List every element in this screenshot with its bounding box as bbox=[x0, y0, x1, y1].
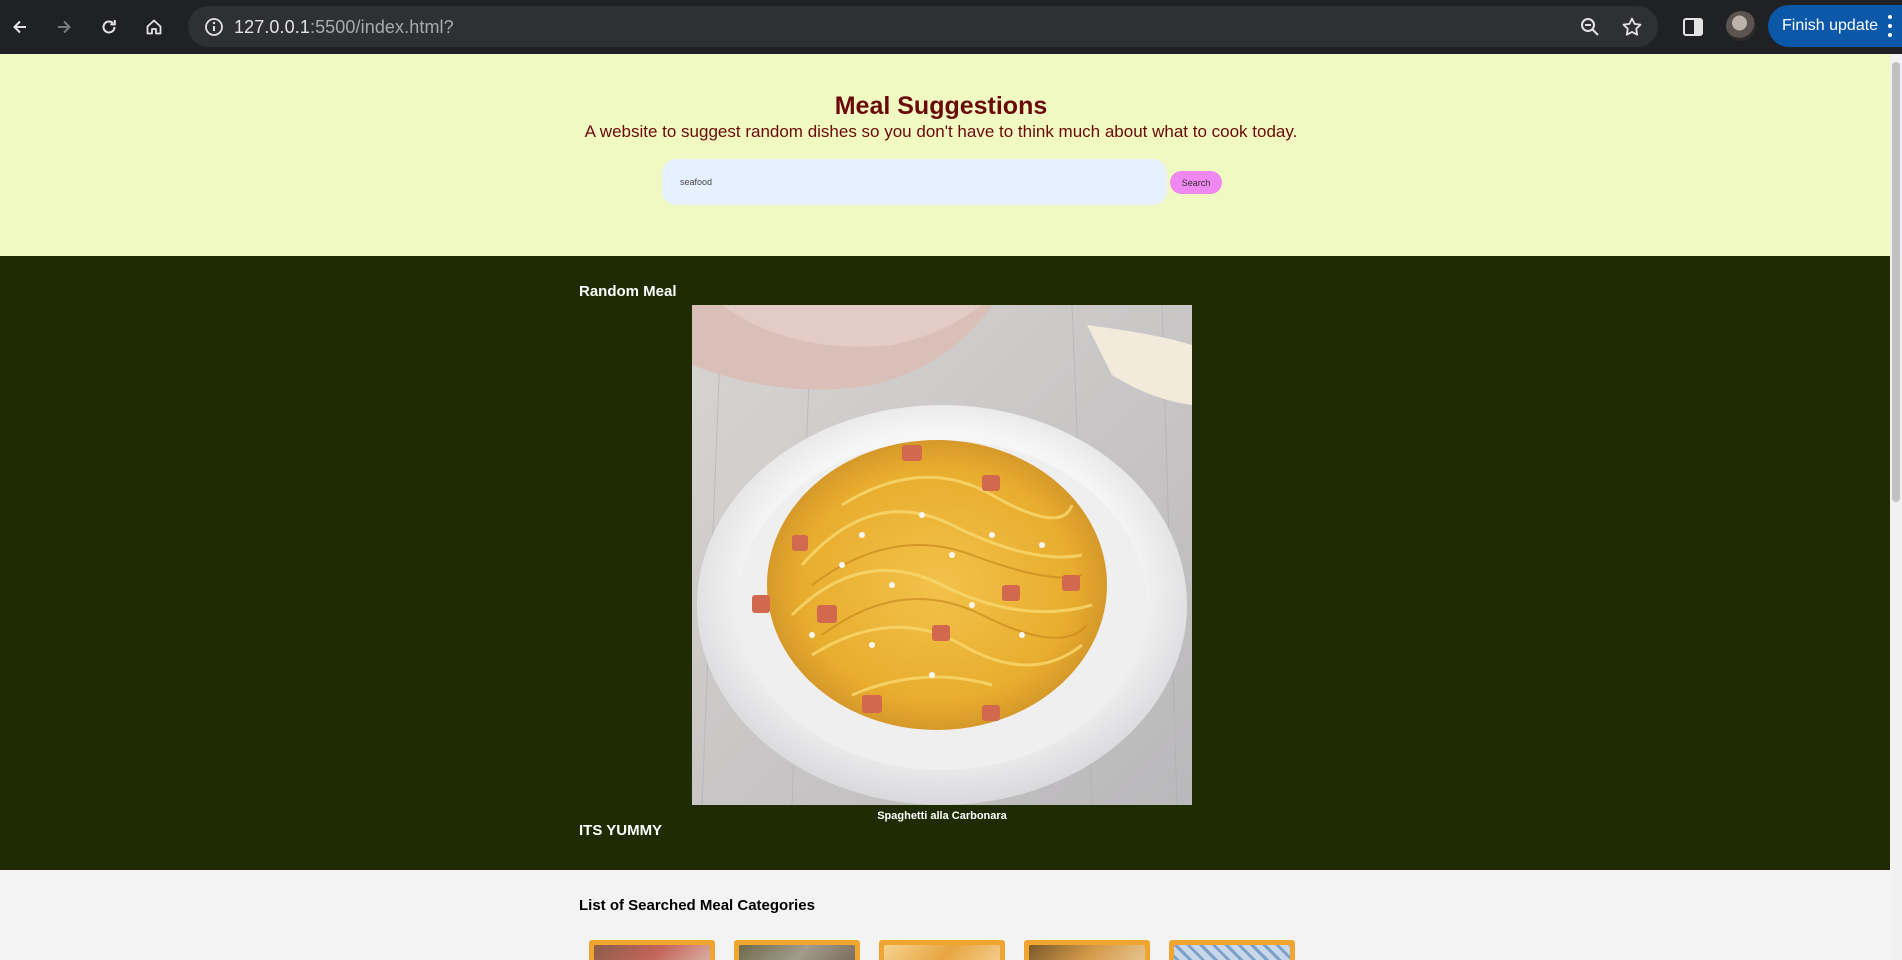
finish-update-button[interactable]: Finish update bbox=[1768, 5, 1902, 47]
home-icon[interactable] bbox=[138, 11, 170, 43]
page-viewport: Meal Suggestions A website to suggest ra… bbox=[0, 54, 1890, 960]
back-icon[interactable] bbox=[4, 11, 36, 43]
category-thumbnail bbox=[884, 945, 1000, 960]
browser-toolbar: 127.0.0.1:5500/index.html? Finish update bbox=[0, 0, 1902, 54]
search-button[interactable]: Search bbox=[1170, 171, 1222, 194]
finish-update-label: Finish update bbox=[1782, 17, 1879, 34]
scrollbar-thumb[interactable] bbox=[1892, 62, 1900, 502]
side-panel-icon[interactable] bbox=[1680, 14, 1706, 40]
profile-avatar[interactable] bbox=[1726, 11, 1756, 41]
url-host: 127.0.0.1 bbox=[234, 17, 310, 37]
meal-name: Spaghetti alla Carbonara bbox=[877, 810, 1007, 822]
categories-heading: List of Searched Meal Categories bbox=[579, 897, 815, 914]
random-meal-heading: Random Meal bbox=[579, 283, 677, 300]
site-header: Meal Suggestions A website to suggest ra… bbox=[0, 54, 1890, 256]
page-title: Meal Suggestions bbox=[834, 92, 1048, 120]
category-card[interactable] bbox=[734, 940, 860, 960]
category-card[interactable] bbox=[879, 940, 1005, 960]
category-card[interactable] bbox=[1024, 940, 1150, 960]
more-icon[interactable] bbox=[1888, 15, 1892, 37]
category-card[interactable] bbox=[589, 940, 715, 960]
meal-tagline: ITS YUMMY bbox=[579, 822, 663, 839]
category-card[interactable] bbox=[1169, 940, 1295, 960]
meal-image[interactable] bbox=[692, 305, 1192, 805]
forward-icon[interactable] bbox=[48, 11, 80, 43]
reload-icon[interactable] bbox=[93, 11, 125, 43]
page-scrollbar[interactable] bbox=[1890, 54, 1902, 960]
info-icon[interactable] bbox=[202, 15, 226, 39]
star-icon[interactable] bbox=[1620, 15, 1644, 39]
category-thumbnail bbox=[594, 945, 710, 960]
url-text: 127.0.0.1:5500/index.html? bbox=[234, 17, 454, 38]
url-path: :5500/index.html? bbox=[309, 17, 454, 37]
category-thumbnail bbox=[1174, 945, 1290, 960]
search-input[interactable] bbox=[662, 159, 1167, 205]
category-thumbnail bbox=[1029, 945, 1145, 960]
page-subtitle: A website to suggest random dishes so yo… bbox=[584, 122, 1298, 141]
categories-section: List of Searched Meal Categories bbox=[0, 870, 1890, 960]
zoom-icon[interactable] bbox=[1578, 15, 1602, 39]
category-thumbnail bbox=[739, 945, 855, 960]
address-bar[interactable]: 127.0.0.1:5500/index.html? bbox=[188, 6, 1658, 47]
random-meal-section: Random Meal Spaghetti alla Carbonara ITS… bbox=[0, 256, 1890, 870]
